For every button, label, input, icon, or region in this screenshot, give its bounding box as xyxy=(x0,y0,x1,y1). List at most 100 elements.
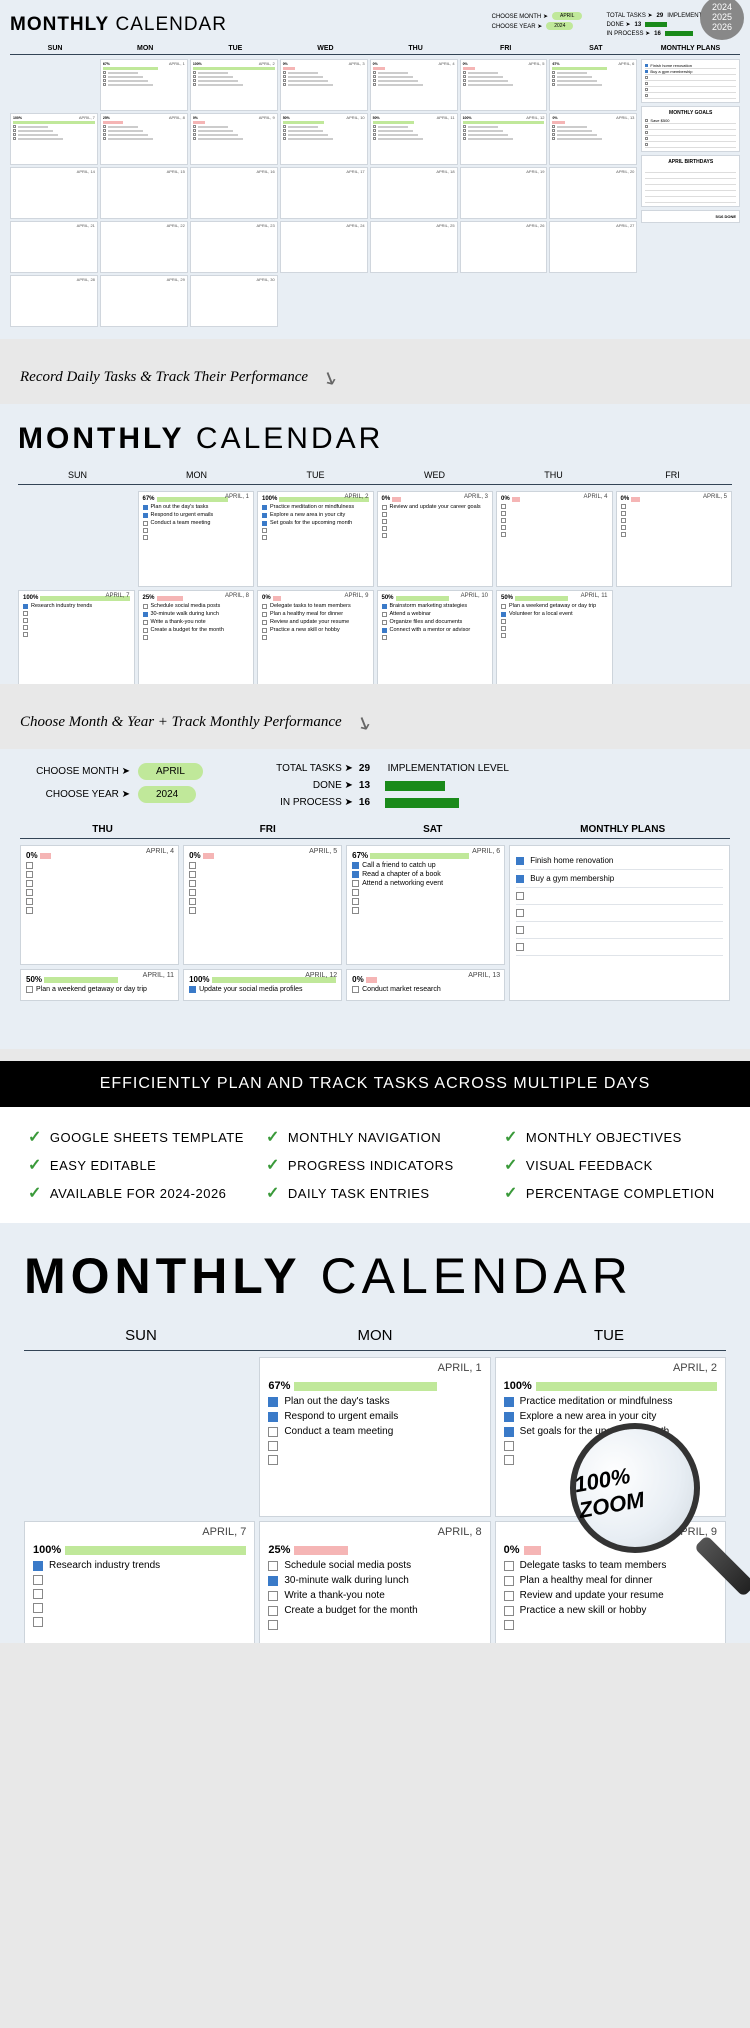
day-cell[interactable]: APRIL, 2100%Practice meditation or mindf… xyxy=(257,491,374,587)
day-cell[interactable]: APRIL, 167%Plan out the day's tasksRespo… xyxy=(138,491,255,587)
day-cell[interactable]: APRIL, 22 xyxy=(100,221,188,273)
year-selector[interactable]: 2024 xyxy=(546,22,573,30)
day-cell[interactable]: APRIL, 29 xyxy=(100,275,188,327)
day-cell[interactable]: APRIL, 167% xyxy=(100,59,188,111)
check-icon: ✓ xyxy=(28,1183,42,1203)
day-cell[interactable]: APRIL, 667% xyxy=(549,59,637,111)
page-title: MONTHLY CALENDAR xyxy=(10,14,227,36)
day-cell[interactable]: APRIL, 12100% xyxy=(460,113,548,165)
feature-list: ✓GOOGLE SHEETS TEMPLATE ✓MONTHLY NAVIGATI… xyxy=(0,1107,750,1223)
full-calendar-preview: 2024 2025 2026 MONTHLY CALENDAR CHOOSE M… xyxy=(0,0,750,339)
day-cell[interactable]: APRIL, 15 xyxy=(100,167,188,219)
day-cell[interactable]: APRIL, 26 xyxy=(460,221,548,273)
year-3: 2026 xyxy=(712,23,732,33)
month-selector[interactable]: APRIL xyxy=(552,12,582,20)
process-bar xyxy=(385,798,459,808)
checkbox-icon[interactable] xyxy=(516,892,524,900)
day-cell[interactable]: APRIL, 1050% xyxy=(280,113,368,165)
day-cell[interactable]: APRIL, 90% xyxy=(190,113,278,165)
day-cell[interactable]: APRIL, 825%Schedule social media posts30… xyxy=(259,1521,490,1643)
magnifier-icon: 100% ZOOM xyxy=(570,1423,720,1573)
feature-item: ✓PERCENTAGE COMPLETION xyxy=(504,1183,722,1203)
day-cell[interactable]: APRIL, 825%Schedule social media posts30… xyxy=(138,590,255,684)
checkbox-icon[interactable] xyxy=(516,857,524,865)
checkbox-icon[interactable] xyxy=(516,943,524,951)
checkbox-icon[interactable] xyxy=(516,909,524,917)
feature-item: ✓EASY EDITABLE xyxy=(28,1155,246,1175)
day-cell[interactable]: APRIL, 30%Review and update your career … xyxy=(377,491,494,587)
day-cell[interactable]: APRIL, 7100%Research industry trends xyxy=(18,590,135,684)
day-cell[interactable]: APRIL, 16 xyxy=(190,167,278,219)
day-cell[interactable]: APRIL, 167%Plan out the day's tasksRespo… xyxy=(259,1357,490,1517)
check-icon: ✓ xyxy=(28,1155,42,1175)
checkbox-icon[interactable] xyxy=(516,926,524,934)
day-cell[interactable]: APRIL, 24 xyxy=(280,221,368,273)
day-cell[interactable]: APRIL, 40% xyxy=(496,491,613,587)
detail-controls: CHOOSE MONTH ➤APRIL CHOOSE YEAR ➤2024 TO… xyxy=(0,749,750,1049)
monthly-goals-box: MONTHLY GOALS Save $500 xyxy=(641,106,740,152)
detail-daily-tasks: MONTHLY CALENDAR SUNMONTUEWEDTHUFRI APRI… xyxy=(0,404,750,684)
day-cell[interactable]: APRIL, 130%Conduct market research xyxy=(346,969,505,1001)
day-cell[interactable]: APRIL, 7100% xyxy=(10,113,98,165)
day-cell[interactable]: APRIL, 27 xyxy=(549,221,637,273)
day-cell[interactable]: APRIL, 825% xyxy=(100,113,188,165)
feature-item: ✓VISUAL FEEDBACK xyxy=(504,1155,722,1175)
day-cell[interactable]: APRIL, 30% xyxy=(280,59,368,111)
birthdays-box: APRIL BIRTHDAYS xyxy=(641,155,740,207)
day-cell[interactable]: APRIL, 18 xyxy=(370,167,458,219)
day-cell[interactable]: APRIL, 20 xyxy=(549,167,637,219)
done-bar xyxy=(385,781,445,791)
day-cell[interactable]: APRIL, 12100%Update your social media pr… xyxy=(183,969,342,1001)
check-icon: ✓ xyxy=(266,1127,280,1147)
check-icon: ✓ xyxy=(28,1127,42,1147)
day-cell[interactable]: APRIL, 50% xyxy=(460,59,548,111)
done-ratio: 5/16 DONE xyxy=(641,210,740,223)
check-icon: ✓ xyxy=(504,1183,518,1203)
day-cell[interactable]: APRIL, 23 xyxy=(190,221,278,273)
day-cell[interactable]: APRIL, 1150%Plan a weekend getaway or da… xyxy=(20,969,179,1001)
day-cell[interactable]: APRIL, 7100%Research industry trends xyxy=(24,1521,255,1643)
page-title: MONTHLY CALENDAR xyxy=(18,422,732,456)
day-cell[interactable]: APRIL, 14 xyxy=(10,167,98,219)
check-icon: ✓ xyxy=(266,1183,280,1203)
day-cell[interactable]: APRIL, 17 xyxy=(280,167,368,219)
feature-item: ✓GOOGLE SHEETS TEMPLATE xyxy=(28,1127,246,1147)
day-cell[interactable]: APRIL, 28 xyxy=(10,275,98,327)
process-bar xyxy=(665,31,693,36)
weekday-header: SUNMONTUEWEDTHUFRISATMONTHLY PLANS xyxy=(10,45,740,55)
feature-item: ✓DAILY TASK ENTRIES xyxy=(266,1183,484,1203)
page-title: MONTHLY CALENDAR xyxy=(24,1247,726,1305)
feature-item: ✓MONTHLY NAVIGATION xyxy=(266,1127,484,1147)
day-cell[interactable]: APRIL, 90%Delegate tasks to team members… xyxy=(257,590,374,684)
day-cell[interactable]: APRIL, 19 xyxy=(460,167,548,219)
day-cell[interactable]: APRIL, 2100% xyxy=(190,59,278,111)
day-cell[interactable]: APRIL, 40% xyxy=(20,845,179,965)
day-cell[interactable]: APRIL, 40% xyxy=(370,59,458,111)
arrow-icon: ↘ xyxy=(351,708,374,736)
day-cell[interactable]: APRIL, 30 xyxy=(190,275,278,327)
day-cell[interactable]: APRIL, 25 xyxy=(370,221,458,273)
feature-item: ✓AVAILABLE FOR 2024-2026 xyxy=(28,1183,246,1203)
feature-item: ✓PROGRESS INDICATORS xyxy=(266,1155,484,1175)
day-cell[interactable]: APRIL, 130% xyxy=(549,113,637,165)
caption-1: Record Daily Tasks & Track Their Perform… xyxy=(0,351,750,404)
day-cell[interactable]: APRIL, 1150%Plan a weekend getaway or da… xyxy=(496,590,613,684)
monthly-plans-box: Finish home renovation Buy a gym members… xyxy=(641,59,740,103)
arrow-icon: ↘ xyxy=(317,363,340,391)
checkbox-icon[interactable] xyxy=(516,875,524,883)
caption-2: Choose Month & Year + Track Monthly Perf… xyxy=(0,696,750,749)
day-cell[interactable]: APRIL, 21 xyxy=(10,221,98,273)
day-cell[interactable]: APRIL, 667%Call a friend to catch upRead… xyxy=(346,845,505,965)
day-cell[interactable]: APRIL, 1150% xyxy=(370,113,458,165)
check-icon: ✓ xyxy=(266,1155,280,1175)
detail-grid: APRIL, 167%Plan out the day's tasksRespo… xyxy=(18,491,732,684)
check-icon: ✓ xyxy=(504,1127,518,1147)
month-selector[interactable]: APRIL xyxy=(138,763,203,780)
day-cell[interactable]: APRIL, 1050%Brainstorm marketing strateg… xyxy=(377,590,494,684)
day-cell[interactable]: APRIL, 50% xyxy=(616,491,733,587)
day-cell[interactable]: APRIL, 50% xyxy=(183,845,342,965)
calendar-grid: APRIL, 167%APRIL, 2100%APRIL, 30%APRIL, … xyxy=(10,59,637,327)
year-selector[interactable]: 2024 xyxy=(138,786,196,803)
check-icon: ✓ xyxy=(504,1155,518,1175)
zoom-preview: MONTHLY CALENDAR SUNMONTUE APRIL, 167%Pl… xyxy=(0,1223,750,1643)
